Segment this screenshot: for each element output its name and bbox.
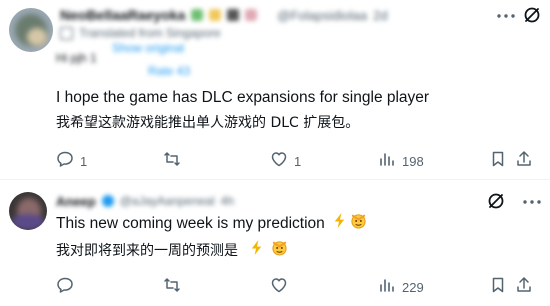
share-icon [515, 276, 533, 299]
tweet-text-english: I hope the game has DLC expansions for s… [56, 89, 430, 106]
translated-label: Translated from Singapore [79, 26, 221, 40]
tweet-text-chinese: 我对即将到来的一周的预测是 [56, 242, 238, 259]
lightning-emoji [332, 212, 347, 235]
like-button[interactable] [270, 277, 294, 297]
reply-button[interactable] [56, 277, 80, 297]
views-button[interactable]: 229 [378, 277, 424, 297]
bookmark-icon [489, 150, 507, 173]
views-button[interactable]: 198 [378, 151, 424, 171]
reply-icon [56, 150, 74, 173]
retweet-icon [163, 150, 181, 173]
grok-icon[interactable] [522, 5, 542, 25]
reply-button[interactable]: 1 [56, 151, 87, 171]
avatar[interactable] [9, 192, 47, 230]
verified-badge-icon [101, 195, 114, 207]
tag-a: Hi pjh 1 [56, 51, 97, 65]
saluting-face-emoji [271, 239, 288, 262]
like-count: 1 [294, 153, 302, 169]
display-name[interactable]: NeoBellaaRaeyoka [60, 7, 185, 23]
tweet-text-chinese: 我希望这款游戏能推出单人游戏的 DLC 扩展包。 [56, 115, 360, 131]
retweet-button[interactable] [163, 151, 187, 171]
bookmark-button[interactable] [489, 277, 507, 297]
analytics-icon [378, 276, 396, 299]
retweet-button[interactable] [163, 277, 187, 297]
share-icon [515, 150, 533, 173]
share-button[interactable] [515, 150, 533, 173]
heart-icon [270, 276, 288, 299]
tweet-text-english: This new coming week is my prediction [56, 214, 325, 232]
handle[interactable]: @Folapsidiolaa [277, 8, 367, 23]
translate-icon [60, 26, 73, 40]
reply-icon [56, 276, 74, 299]
saluting-face-emoji [350, 212, 367, 235]
avatar[interactable] [9, 8, 53, 52]
emoji-decoration [209, 9, 222, 21]
more-options-icon[interactable] [496, 6, 516, 24]
timestamp[interactable]: 2d [373, 8, 387, 23]
handle[interactable]: @aJayAanpeneal [120, 194, 215, 208]
view-count: 198 [402, 153, 424, 169]
retweet-icon [163, 276, 181, 299]
emoji-decoration [245, 9, 258, 21]
more-options-icon[interactable] [522, 192, 542, 210]
tweet-divider [0, 179, 550, 180]
heart-icon [270, 150, 288, 173]
timestamp[interactable]: 4h [221, 194, 234, 208]
share-button[interactable] [515, 276, 533, 299]
lightning-emoji [249, 239, 264, 262]
view-count: 229 [402, 279, 424, 295]
like-button[interactable]: 1 [270, 151, 301, 171]
emoji-decoration [191, 9, 204, 21]
display-name[interactable]: Aneep [56, 194, 96, 209]
bookmark-icon [489, 276, 507, 299]
show-original-link[interactable]: Show original [112, 41, 184, 55]
tag-b[interactable]: Rate 43 [148, 64, 190, 78]
grok-icon[interactable] [486, 191, 506, 211]
analytics-icon [378, 150, 396, 173]
bookmark-button[interactable] [489, 151, 507, 171]
reply-count: 1 [80, 153, 88, 169]
emoji-decoration [227, 9, 240, 21]
